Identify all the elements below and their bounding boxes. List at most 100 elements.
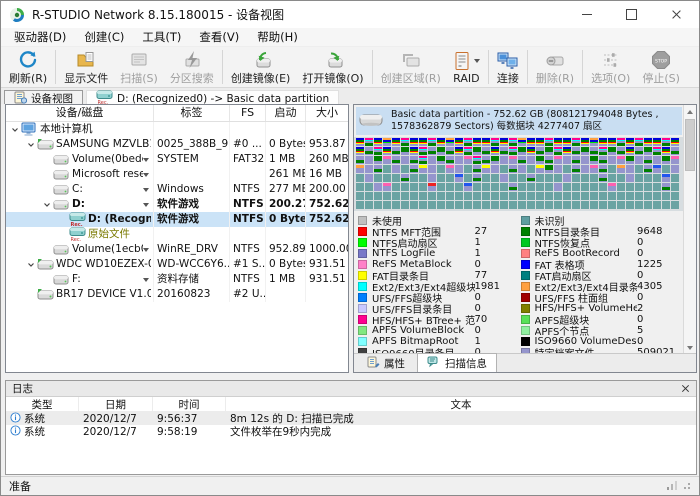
table-row[interactable]: Rec.原始文件: [6, 227, 348, 242]
scan-map-cell: [581, 183, 589, 191]
volume-dropdown-icon[interactable]: [143, 188, 149, 192]
toolbar-button-create-region[interactable]: 创建区域(R): [375, 48, 447, 86]
toolbar-button-label: 创建镜像(E): [231, 70, 291, 86]
device-fs: FAT32: [230, 152, 266, 167]
device-name-cell: D:: [6, 197, 154, 212]
tab-properties[interactable]: 属性: [358, 355, 414, 372]
menu-drive[interactable]: 驱动器(D): [5, 28, 75, 46]
legend-item: NTFS LogFile1: [358, 248, 521, 259]
toolbar-button-open-image[interactable]: 打开镜像(O): [296, 48, 369, 86]
table-row[interactable]: C:WindowsNTFS277 MB200.00 ...: [6, 182, 348, 197]
maximize-button[interactable]: [609, 1, 654, 28]
device-name-cell: 本地计算机: [6, 122, 154, 137]
raid-dropdown-icon[interactable]: [474, 59, 480, 63]
scrollbar-thumb[interactable]: [685, 119, 695, 171]
scan-map-cell: [500, 138, 508, 146]
toolbar-button-refresh[interactable]: 刷新(R): [3, 48, 53, 86]
scan-map-cell: [599, 192, 607, 200]
table-row[interactable]: D:软件游戏NTFS200.27 ...752.62 ...: [6, 197, 348, 212]
expand-chevron-icon[interactable]: [8, 126, 21, 134]
scan-block-map[interactable]: [354, 137, 683, 211]
log-column-time[interactable]: 时间: [153, 397, 226, 412]
column-header-device[interactable]: 设备/磁盘: [6, 105, 154, 121]
volume-dropdown-icon[interactable]: [143, 158, 149, 162]
log-column-text[interactable]: 文本: [226, 397, 696, 412]
toolbar-button-partition-search[interactable]: 分区搜索: [164, 48, 220, 86]
toolbar-button-scan[interactable]: 扫描(S): [114, 48, 164, 86]
scan-map-cell: [356, 174, 364, 182]
tab-scan-information[interactable]: 扫描信息: [417, 353, 497, 372]
table-row[interactable]: WDC WD10EZEX-08W...WD-WCC6Y6...#1 S...0 …: [6, 257, 348, 272]
table-row[interactable]: F:资料存储NTFS1 MB931.51 ...: [6, 272, 348, 287]
toolbar-button-options[interactable]: 选项(O): [585, 48, 636, 86]
toolbar-button-connect[interactable]: 连接: [491, 48, 525, 86]
scan-map-cell: [626, 147, 634, 155]
scan-map-cell: [653, 147, 661, 155]
toolbar-button-show-files[interactable]: 显示文件: [58, 48, 114, 86]
scan-map-row: [356, 192, 683, 201]
expand-chevron-icon[interactable]: [24, 261, 37, 269]
scan-map-cell: [356, 201, 364, 209]
scan-map-cell: [662, 147, 670, 155]
table-row[interactable]: Microsoft reserve..261 MB16 MB: [6, 167, 348, 182]
log-column-date[interactable]: 日期: [79, 397, 153, 412]
table-row[interactable]: Volume(1ecb0c98-..WinRE_DRVNTFS952.89 ..…: [6, 242, 348, 257]
toolbar-button-delete[interactable]: 删除(R): [530, 48, 580, 86]
scan-info-icon: [427, 356, 441, 371]
menu-create[interactable]: 创建(C): [75, 28, 133, 46]
scan-map-row: [356, 183, 683, 192]
device-fs: #1 S...: [230, 257, 266, 272]
volume-dropdown-icon[interactable]: [143, 278, 149, 282]
toolbar-button-raid[interactable]: RAID: [447, 48, 486, 86]
volume-dropdown-icon[interactable]: [143, 173, 149, 177]
scan-panel-scrollbar[interactable]: [683, 105, 696, 354]
expand-chevron-icon[interactable]: [24, 141, 37, 149]
minimize-button[interactable]: [564, 1, 609, 28]
log-row[interactable]: 系统2020/12/79:58:19文件枚举在9秒内完成: [6, 425, 696, 438]
table-row[interactable]: Volume(0bedecf0-..SYSTEMFAT321 MB260 MB: [6, 152, 348, 167]
column-header-label[interactable]: 标签: [154, 105, 230, 121]
menu-view[interactable]: 查看(V): [190, 28, 248, 46]
expand-chevron-icon[interactable]: [40, 201, 53, 209]
table-row[interactable]: SAMSUNG MZVLB1T0...0025_388B_9...#0 ...0…: [6, 137, 348, 152]
scan-map-cell: [509, 183, 517, 191]
resize-grip[interactable]: [681, 480, 691, 493]
scan-map-cell: [464, 201, 472, 209]
volume-dropdown-icon[interactable]: [143, 248, 149, 252]
menu-help[interactable]: 帮助(H): [248, 28, 307, 46]
close-button[interactable]: [654, 1, 699, 28]
legend-item: FAT启动扇区0: [521, 270, 684, 281]
scan-map-cell: [635, 201, 643, 209]
table-row[interactable]: Rec.D: (Recognize...软件游戏NTFS0 Bytes752.6…: [6, 212, 348, 227]
column-header-start[interactable]: 启动: [266, 105, 306, 121]
legend-label: UFS/FFS目录条目: [372, 303, 475, 314]
toolbar-button-create-image[interactable]: 创建镜像(E): [225, 48, 297, 86]
table-row[interactable]: 本地计算机: [6, 122, 348, 137]
scan-map-cell: [509, 138, 517, 146]
scan-map-cell: [392, 156, 400, 164]
device-label: [154, 122, 230, 137]
scan-map-cell: [590, 138, 598, 146]
scan-map-cell: [401, 192, 409, 200]
legend-swatch: [521, 337, 530, 346]
volume-icon: [53, 199, 72, 211]
scan-map-cell: [428, 201, 436, 209]
table-row[interactable]: BR17 DEVICE V1.00 1....20160823#2 U...: [6, 287, 348, 302]
column-header-size[interactable]: 大小: [306, 105, 348, 121]
scan-map-row: [356, 138, 683, 147]
scan-map-cell: [392, 192, 400, 200]
scan-map-cell: [617, 192, 625, 200]
volume-dropdown-icon[interactable]: [143, 203, 149, 207]
log-column-type[interactable]: 类型: [6, 397, 79, 412]
log-close-icon[interactable]: [681, 384, 690, 393]
column-header-fs[interactable]: FS: [230, 105, 266, 121]
device-name: 本地计算机: [40, 122, 93, 137]
scan-map-cell: [356, 165, 364, 173]
toolbar-button-stop[interactable]: STOP停止(S): [636, 48, 686, 86]
scan-map-cell: [473, 147, 481, 155]
menu-tools[interactable]: 工具(T): [133, 28, 190, 46]
scrollbar-up-icon[interactable]: [684, 105, 696, 118]
legend-count: 2: [637, 303, 683, 314]
partition-search-icon: [182, 50, 202, 70]
legend-swatch: [521, 227, 530, 236]
